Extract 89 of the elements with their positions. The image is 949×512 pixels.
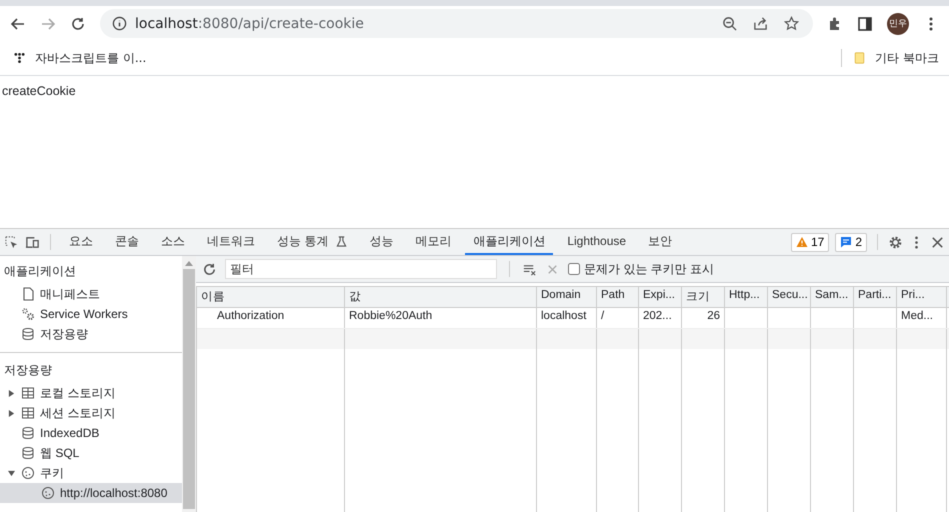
devtools-tab[interactable]: Lighthouse [559,229,634,255]
sidebar-item-label: Service Workers [40,307,128,321]
message-icon [840,236,852,248]
column-header[interactable]: Pri... [897,287,947,307]
share-icon[interactable] [753,16,768,31]
devtools-tab[interactable]: 메모리 [407,229,460,255]
sidebar-item[interactable]: 로컬 스토리지 [0,383,182,403]
column-header[interactable]: Expi... [639,287,682,307]
database-icon [21,446,35,460]
database-icon [21,327,35,341]
grid-icon [21,386,35,400]
messages-badge[interactable]: 2 [835,232,867,252]
warning-icon [796,236,808,248]
refresh-icon[interactable] [202,262,217,276]
sidebar-item-label: 로컬 스토리지 [40,384,116,402]
column-header[interactable]: Http... [725,287,768,307]
star-icon[interactable] [784,16,799,31]
table-cell: 202... [643,310,672,322]
sidebar-item[interactable]: Service Workers [0,304,182,324]
folder-icon [854,52,866,64]
sidebar-item[interactable]: 세션 스토리지 [0,403,182,423]
gears-icon [21,307,35,321]
table-cell: Authorization [217,310,284,322]
profile-avatar[interactable]: 민우 [887,12,909,34]
database-icon [21,426,35,440]
cookie-icon [41,486,55,500]
issues-only-checkbox[interactable] [568,263,580,275]
sidebar-item-label: 세션 스토리지 [40,404,116,422]
expanded-arrow-icon[interactable] [8,470,15,476]
table-cell: / [601,310,604,322]
other-bookmarks[interactable]: 기타 북마크 [850,48,943,68]
sidebar-item-label: 웹 SQL [40,444,80,462]
table-cell: Robbie%20Auth [349,310,432,322]
devtools-tab[interactable]: 네트워크 [199,229,263,255]
column-header[interactable]: 이름 [197,287,345,307]
devtools-tab[interactable]: 보안 [640,229,680,255]
table-cell: localhost [541,310,586,322]
column-header[interactable]: Path [597,287,639,307]
settings-icon[interactable] [888,234,903,250]
sidebar-section-title: 저장용량 [3,362,53,379]
dots-icon [14,52,25,64]
sidebar-item-label: http://localhost:8080 [60,486,168,500]
column-header[interactable]: Sam... [811,287,854,307]
checkbox-label: 문제가 있는 쿠키만 표시 [584,260,714,278]
column-header[interactable]: Parti... [854,287,897,307]
side-panel-icon[interactable] [857,16,873,32]
devtools-tab[interactable]: 소스 [153,229,193,255]
sidebar-item-label: 매니페스트 [40,286,100,302]
devtools-tab[interactable]: 성능 [361,229,402,255]
column-header[interactable]: Domain [537,287,597,307]
warnings-badge[interactable]: 17 [790,232,830,252]
devtools-tab[interactable]: 콘솔 [107,229,147,255]
device-icon[interactable] [25,234,40,250]
url-path: :8080/api/create-cookie [198,16,364,32]
scrollbar[interactable] [182,256,196,512]
column-header[interactable]: Secu... [768,287,811,307]
sidebar-item-label: IndexedDB [40,426,100,440]
zoom-out-icon[interactable] [722,16,737,31]
sidebar-item[interactable]: 쿠키 [0,463,182,483]
bookmark[interactable]: 자바스크립트를 이... [10,48,150,68]
flask-icon [336,236,348,246]
page-text: createCookie [2,84,76,98]
table-cell: Med... [901,310,933,322]
grid-icon [21,406,35,420]
filter-field[interactable]: 필터 [225,259,497,279]
sidebar-item[interactable]: 웹 SQL [0,443,182,463]
info-icon[interactable] [112,16,127,31]
devtools-tab[interactable]: 요소 [61,229,101,255]
collapsed-arrow-icon[interactable] [8,410,15,416]
inspect-icon[interactable] [4,234,19,250]
sidebar-item-label: 쿠키 [40,464,64,482]
address-bar[interactable]: localhost:8080/api/create-cookie [100,9,813,38]
url-host: localhost [135,16,198,32]
sidebar-item[interactable]: IndexedDB [0,423,182,443]
column-header[interactable]: 크기 [682,287,725,307]
sidebar-item[interactable]: 저장용량 [0,324,182,344]
table-cell: 26 [707,310,720,322]
cookie-icon [21,466,35,480]
file-icon [21,287,35,301]
sidebar-section-title: 애플리케이션 [3,263,77,280]
sidebar-item[interactable]: http://localhost:8080 [0,483,182,503]
column-header[interactable]: 값 [345,287,537,307]
sidebar-item[interactable]: 매니페스트 [0,284,182,304]
close-icon[interactable] [930,234,945,250]
devtools-tab[interactable]: 성능 통계 [269,229,356,255]
back-icon[interactable] [10,16,26,32]
sidebar-item-label: 저장용량 [40,326,88,342]
collapsed-arrow-icon[interactable] [8,390,15,396]
reload-icon[interactable] [70,16,86,32]
